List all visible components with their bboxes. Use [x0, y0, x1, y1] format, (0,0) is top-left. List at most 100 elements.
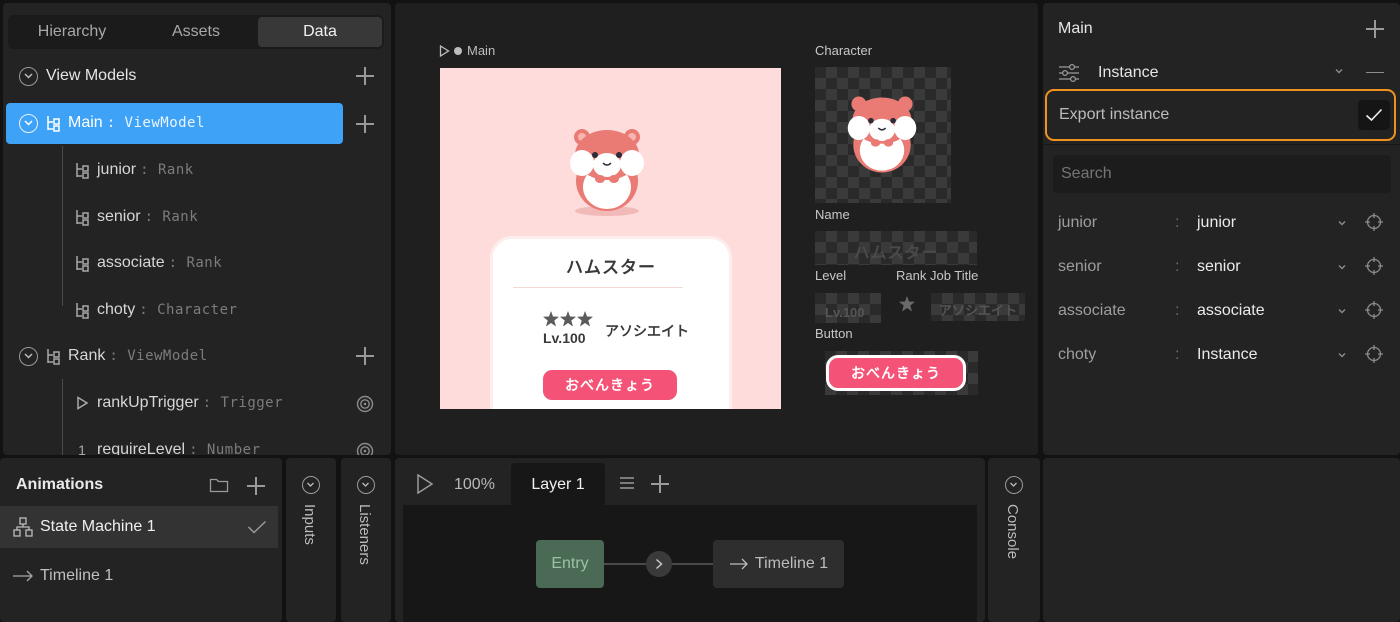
- target-icon[interactable]: [1364, 212, 1384, 232]
- chevron-down-icon[interactable]: [1337, 219, 1347, 227]
- prop-colon: :: [1175, 214, 1180, 231]
- tab-data[interactable]: Data: [258, 17, 382, 47]
- folder-icon[interactable]: [209, 477, 229, 493]
- prop-row-associate[interactable]: associate : associate: [1043, 289, 1400, 333]
- inputs-panel[interactable]: Inputs: [286, 458, 336, 622]
- play-icon[interactable]: [415, 473, 435, 495]
- study-button[interactable]: おべんきょう: [540, 367, 680, 403]
- prop-row-senior[interactable]: senior : senior: [1043, 245, 1400, 289]
- timeline-node[interactable]: Timeline 1: [713, 540, 844, 588]
- zoom-level[interactable]: 100%: [454, 476, 495, 494]
- label-name: Name: [815, 207, 850, 222]
- collapse-icon[interactable]: [19, 66, 38, 86]
- name-preview[interactable]: ハムスター: [815, 231, 977, 265]
- tab-layer-1[interactable]: Layer 1: [511, 463, 605, 507]
- bind-icon[interactable]: [356, 395, 374, 413]
- prop-row-junior[interactable]: junior : junior: [1043, 201, 1400, 245]
- character-card: ハムスター Lv.100 アソシエイト おべんきょう: [490, 236, 732, 409]
- remove-icon[interactable]: [1366, 72, 1384, 73]
- tree-item-name: associate: [97, 254, 165, 271]
- view-models-header[interactable]: View Models: [19, 56, 136, 96]
- console-label: Console: [1004, 504, 1021, 560]
- state-machine-panel: 100% Layer 1 Entry Timeline 1: [395, 458, 985, 622]
- prop-value[interactable]: associate: [1197, 302, 1265, 320]
- artboard-main[interactable]: ハムスター Lv.100 アソシエイト おべんきょう: [440, 68, 781, 409]
- sliders-icon: [1058, 63, 1080, 83]
- entry-node[interactable]: Entry: [536, 540, 604, 588]
- prop-value[interactable]: Instance: [1197, 346, 1257, 364]
- listeners-panel[interactable]: Listeners: [341, 458, 391, 622]
- chevron-down-icon[interactable]: [1337, 351, 1347, 359]
- viewmodel-icon: [75, 208, 91, 226]
- hamster-thumbnail: [843, 91, 921, 179]
- add-layer-icon[interactable]: [650, 474, 670, 494]
- collapse-icon[interactable]: [302, 476, 320, 494]
- tree-item-rankuptrigger[interactable]: rankUpTrigger : Trigger: [75, 383, 283, 423]
- artboard-header[interactable]: Main: [439, 43, 495, 58]
- prop-colon: :: [1175, 258, 1180, 275]
- tree-item-choty[interactable]: choty : Character: [75, 290, 237, 330]
- prop-name: junior: [1058, 214, 1098, 231]
- add-property-icon[interactable]: [355, 114, 375, 134]
- character-preview[interactable]: [815, 67, 951, 203]
- chevron-down-icon[interactable]: [1337, 307, 1347, 315]
- collapse-icon[interactable]: [19, 113, 38, 133]
- arrow-right-icon: [729, 558, 749, 570]
- prop-row-choty[interactable]: choty : Instance: [1043, 333, 1400, 377]
- tree-item-junior[interactable]: junior : Rank: [75, 150, 194, 190]
- tree-item-senior[interactable]: senior : Rank: [75, 197, 198, 237]
- menu-icon[interactable]: [619, 476, 635, 490]
- search-input[interactable]: [1053, 155, 1391, 193]
- button-preview[interactable]: おべんきょう: [825, 351, 978, 395]
- state-machine-icon: [13, 517, 33, 537]
- collapse-icon[interactable]: [19, 346, 38, 366]
- export-instance-row[interactable]: Export instance: [1045, 89, 1396, 141]
- state-machine-item[interactable]: State Machine 1: [40, 518, 156, 536]
- target-icon[interactable]: [1364, 300, 1384, 320]
- play-icon[interactable]: [439, 44, 450, 57]
- add-view-model-icon[interactable]: [355, 66, 375, 86]
- viewmodel-icon: [75, 254, 91, 272]
- tree-item-type: : Rank: [140, 162, 194, 178]
- level-preview[interactable]: Lv.100: [815, 293, 881, 323]
- label-character: Character: [815, 43, 873, 58]
- tree-item-name: choty: [97, 301, 136, 318]
- button-preview-text[interactable]: おべんきょう: [826, 355, 966, 391]
- add-property-icon[interactable]: [355, 346, 375, 366]
- star-preview-icon[interactable]: [899, 296, 915, 312]
- graph-area[interactable]: Entry Timeline 1: [403, 505, 977, 622]
- label-button: Button: [815, 326, 853, 341]
- tab-hierarchy[interactable]: Hierarchy: [10, 17, 134, 47]
- empty-panel: [1043, 458, 1400, 622]
- collapse-icon[interactable]: [357, 476, 375, 494]
- dot-icon: [454, 46, 462, 55]
- tree-item-name: rankUpTrigger: [97, 394, 199, 411]
- export-checkbox[interactable]: [1358, 100, 1390, 130]
- animations-title: Animations: [16, 476, 104, 493]
- prop-name: associate: [1058, 302, 1126, 319]
- tab-assets[interactable]: Assets: [134, 17, 258, 47]
- viewmodel-icon: [46, 347, 62, 365]
- add-icon[interactable]: [1365, 19, 1385, 39]
- bind-icon[interactable]: [356, 442, 374, 455]
- tree-item-requirelevel[interactable]: 1 requireLevel : Number: [75, 430, 261, 455]
- prop-value[interactable]: junior: [1197, 214, 1236, 232]
- target-icon[interactable]: [1364, 344, 1384, 364]
- timeline-item[interactable]: Timeline 1: [40, 567, 113, 585]
- add-animation-icon[interactable]: [246, 476, 266, 496]
- design-canvas[interactable]: Main ハムスター Lv.100 アソシエイト おべんきょう Characte…: [395, 3, 1038, 455]
- prop-name: senior: [1058, 258, 1102, 275]
- check-icon: [247, 520, 267, 534]
- collapse-icon[interactable]: [1005, 476, 1023, 494]
- rank-preview[interactable]: アソシエイト: [931, 293, 1025, 321]
- console-panel[interactable]: Console: [988, 458, 1040, 622]
- target-icon[interactable]: [1364, 256, 1384, 276]
- tree-item-rank[interactable]: Rank : ViewModel: [19, 336, 208, 376]
- chevron-down-icon[interactable]: [1334, 67, 1344, 75]
- transition-arrow-icon[interactable]: [646, 551, 672, 577]
- tree-item-associate[interactable]: associate : Rank: [75, 243, 222, 283]
- tree-item-main[interactable]: Main : ViewModel: [19, 103, 205, 143]
- instance-select[interactable]: Instance: [1098, 64, 1158, 82]
- prop-value[interactable]: senior: [1197, 258, 1241, 276]
- chevron-down-icon[interactable]: [1337, 263, 1347, 271]
